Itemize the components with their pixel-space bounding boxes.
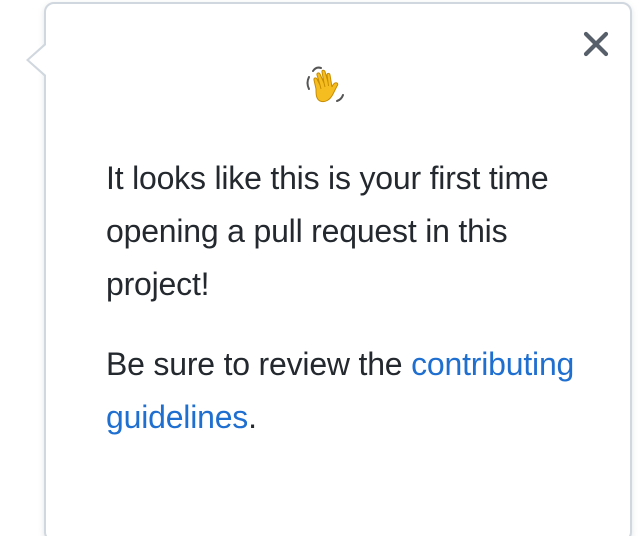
review-message: Be sure to review the contributing guide… [106,338,576,444]
popover-caret-fill [29,45,46,75]
page: It looks like this is your first time op… [0,0,640,536]
waving-hand-icon [303,63,349,109]
review-prefix: Be sure to review the [106,346,403,382]
review-suffix: . [248,399,257,435]
close-button[interactable] [578,26,614,62]
waving-hand-svg [306,66,344,103]
popover-body: It looks like this is your first time op… [106,152,576,444]
close-icon [583,31,609,57]
first-pr-message: It looks like this is your first time op… [106,160,549,302]
